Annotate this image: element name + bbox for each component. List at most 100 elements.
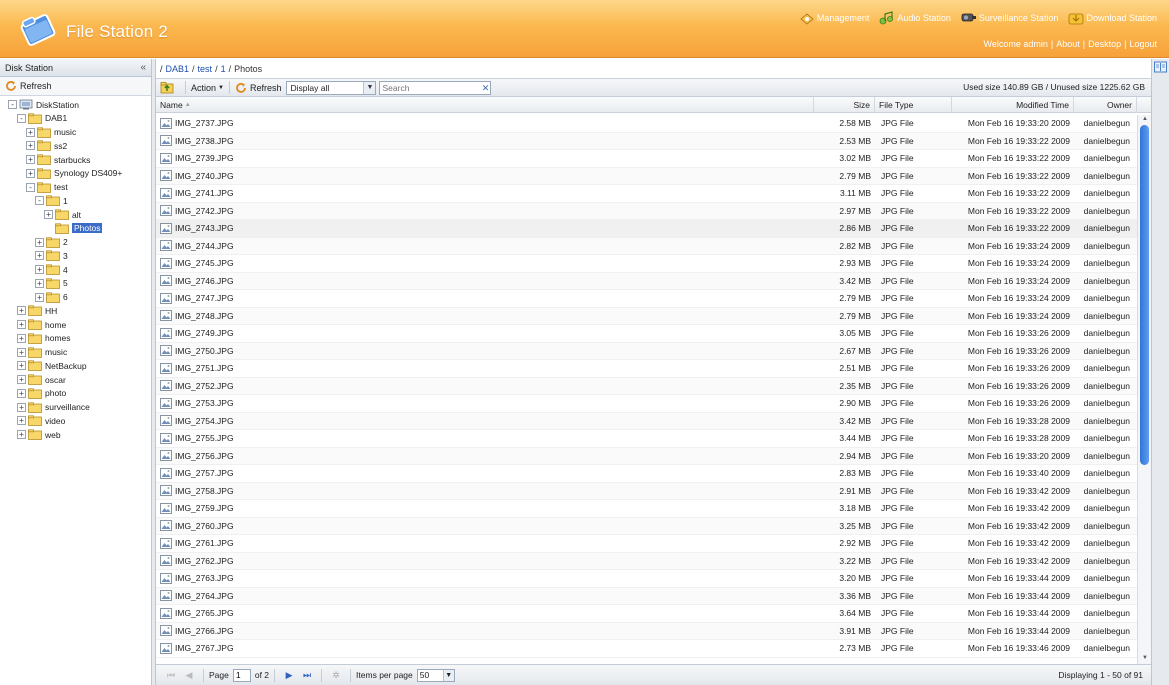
file-row[interactable]: IMG_2749.JPG 3.05 MB JPG File Mon Feb 16 19…: [156, 325, 1151, 343]
scrollbar-thumb[interactable]: [1140, 125, 1149, 465]
tree-node-hh[interactable]: + HH: [17, 304, 57, 317]
expand-toggle-icon[interactable]: +: [17, 306, 26, 316]
file-row[interactable]: IMG_2752.JPG 2.35 MB JPG File Mon Feb 16 19…: [156, 377, 1151, 395]
expand-toggle-icon[interactable]: +: [26, 168, 35, 178]
tree-node-3[interactable]: +3: [35, 249, 68, 262]
tree-node-ss2[interactable]: + ss2: [26, 139, 67, 152]
about-link[interactable]: About: [1056, 39, 1080, 49]
desktop-link[interactable]: Desktop: [1088, 39, 1121, 49]
file-row[interactable]: IMG_2756.JPG 2.94 MB JPG File Mon Feb 16 19…: [156, 447, 1151, 465]
tree-node-6[interactable]: +6: [35, 291, 68, 304]
tree-node-home[interactable]: + home: [17, 318, 66, 331]
expand-toggle-icon[interactable]: +: [35, 278, 44, 288]
expand-toggle-icon[interactable]: +: [26, 141, 35, 151]
last-page-icon[interactable]: ⏭: [301, 669, 313, 681]
breadcrumb-item-test[interactable]: test: [198, 64, 213, 74]
tree-node-starbucks[interactable]: + starbucks: [26, 153, 90, 166]
expand-toggle-icon[interactable]: +: [35, 292, 44, 302]
file-row[interactable]: IMG_2746.JPG 3.42 MB JPG File Mon Feb 16 19…: [156, 272, 1151, 290]
file-row[interactable]: IMG_2742.JPG 2.97 MB JPG File Mon Feb 16 19…: [156, 202, 1151, 220]
file-row[interactable]: IMG_2761.JPG 2.92 MB JPG File Mon Feb 16 19…: [156, 535, 1151, 553]
tree-refresh-button[interactable]: Refresh: [5, 80, 52, 92]
tree-node-test[interactable]: - test: [26, 181, 68, 194]
file-row[interactable]: IMG_2754.JPG 3.42 MB JPG File Mon Feb 16 19…: [156, 412, 1151, 430]
display-filter-select[interactable]: Display all ▼: [286, 80, 377, 95]
breadcrumb-item-1[interactable]: 1: [221, 64, 226, 74]
parent-folder-icon[interactable]: [160, 81, 174, 94]
column-header-modified[interactable]: Modified Time: [952, 97, 1074, 113]
file-row[interactable]: IMG_2748.JPG 2.79 MB JPG File Mon Feb 16 19…: [156, 307, 1151, 325]
file-row[interactable]: IMG_2755.JPG 3.44 MB JPG File Mon Feb 16 19…: [156, 430, 1151, 448]
clear-search-icon[interactable]: ✕: [480, 82, 490, 94]
file-row[interactable]: IMG_2767.JPG 2.73 MB JPG File Mon Feb 16 19…: [156, 640, 1151, 658]
column-header-owner[interactable]: Owner: [1074, 97, 1137, 113]
items-per-page-select[interactable]: 50 ▼: [416, 668, 455, 682]
collapse-toggle-icon[interactable]: -: [26, 182, 35, 192]
collapse-toggle-icon[interactable]: -: [8, 100, 17, 109]
tree-node-photo[interactable]: + photo: [17, 387, 66, 400]
column-header-type[interactable]: File Type: [875, 97, 952, 113]
first-page-icon[interactable]: ⏮: [165, 669, 177, 681]
collapse-toggle-icon[interactable]: -: [17, 113, 26, 123]
file-row[interactable]: IMG_2764.JPG 3.36 MB JPG File Mon Feb 16 19…: [156, 587, 1151, 605]
prev-page-icon[interactable]: ◀: [183, 669, 195, 681]
tree-node-photos[interactable]: Photos: [44, 222, 103, 235]
file-row[interactable]: IMG_2740.JPG 2.79 MB JPG File Mon Feb 16 19…: [156, 167, 1151, 185]
file-row[interactable]: IMG_2743.JPG 2.86 MB JPG File Mon Feb 16 19…: [156, 220, 1151, 238]
tree-node-5[interactable]: +5: [35, 277, 68, 290]
tree-node-4[interactable]: +4: [35, 263, 68, 276]
file-row[interactable]: IMG_2741.JPG 3.11 MB JPG File Mon Feb 16 19…: [156, 185, 1151, 203]
tree-node-music[interactable]: + music: [26, 126, 76, 139]
tree-node-2[interactable]: +2: [35, 236, 68, 249]
expand-toggle-icon[interactable]: +: [17, 347, 26, 357]
action-menu-button[interactable]: Action ▼: [191, 83, 224, 93]
expand-toggle-icon[interactable]: +: [17, 320, 26, 329]
file-row[interactable]: IMG_2763.JPG 3.20 MB JPG File Mon Feb 16 19…: [156, 570, 1151, 588]
list-refresh-button[interactable]: Refresh: [235, 82, 281, 94]
file-row[interactable]: IMG_2758.JPG 2.91 MB JPG File Mon Feb 16 19…: [156, 482, 1151, 500]
tree-node-web[interactable]: + web: [17, 428, 61, 441]
breadcrumb-item-dab1[interactable]: DAB1: [166, 64, 190, 74]
expand-toggle-icon[interactable]: +: [17, 361, 26, 371]
tree-node-surveillance[interactable]: + surveillance: [17, 401, 90, 414]
expand-toggle-icon[interactable]: +: [26, 155, 35, 164]
file-row[interactable]: IMG_2766.JPG 3.91 MB JPG File Mon Feb 16 19…: [156, 622, 1151, 640]
page-number-input[interactable]: [232, 668, 251, 682]
tree-node-1[interactable]: -1: [35, 194, 68, 207]
expand-toggle-icon[interactable]: +: [35, 265, 44, 274]
expand-toggle-icon[interactable]: +: [17, 388, 26, 398]
file-row[interactable]: IMG_2739.JPG 3.02 MB JPG File Mon Feb 16 19…: [156, 150, 1151, 168]
audio-station-link[interactable]: Audio Station: [879, 11, 951, 25]
file-row[interactable]: IMG_2744.JPG 2.82 MB JPG File Mon Feb 16 19…: [156, 237, 1151, 255]
file-row[interactable]: IMG_2757.JPG 2.83 MB JPG File Mon Feb 16 19…: [156, 465, 1151, 483]
tree-node-diskstation[interactable]: - DiskStation: [8, 98, 79, 111]
tree-node-netbackup[interactable]: + NetBackup: [17, 359, 87, 372]
vertical-scrollbar[interactable]: ▲ ▼: [1137, 115, 1151, 664]
expand-toggle-icon[interactable]: +: [44, 210, 53, 219]
file-row[interactable]: IMG_2738.JPG 2.53 MB JPG File Mon Feb 16 19…: [156, 132, 1151, 150]
column-header-size[interactable]: Size: [814, 97, 875, 113]
file-row[interactable]: IMG_2750.JPG 2.67 MB JPG File Mon Feb 16 19…: [156, 342, 1151, 360]
collapse-panel-button[interactable]: «: [140, 62, 146, 73]
file-row[interactable]: IMG_2762.JPG 3.22 MB JPG File Mon Feb 16 19…: [156, 552, 1151, 570]
file-row[interactable]: IMG_2753.JPG 2.90 MB JPG File Mon Feb 16 19…: [156, 395, 1151, 413]
management-link[interactable]: Management: [799, 11, 869, 25]
tree-node-homes[interactable]: + homes: [17, 332, 71, 345]
expand-toggle-icon[interactable]: +: [17, 430, 26, 439]
file-row[interactable]: IMG_2745.JPG 2.93 MB JPG File Mon Feb 16 19…: [156, 255, 1151, 273]
download-station-link[interactable]: Download Station: [1068, 11, 1157, 25]
file-row[interactable]: IMG_2765.JPG 3.64 MB JPG File Mon Feb 16 19…: [156, 605, 1151, 623]
expand-toggle-icon[interactable]: +: [26, 127, 35, 137]
file-row[interactable]: IMG_2751.JPG 2.51 MB JPG File Mon Feb 16 19…: [156, 360, 1151, 378]
logout-link[interactable]: Logout: [1129, 39, 1157, 49]
file-row[interactable]: IMG_2759.JPG 3.18 MB JPG File Mon Feb 16 19…: [156, 500, 1151, 518]
tree-node-synology-ds409-[interactable]: + Synology DS409+: [26, 167, 122, 180]
scroll-down-icon[interactable]: ▼: [1141, 655, 1149, 663]
search-input[interactable]: [380, 81, 481, 94]
next-page-icon[interactable]: ▶: [283, 669, 295, 681]
file-row[interactable]: IMG_2760.JPG 3.25 MB JPG File Mon Feb 16 19…: [156, 517, 1151, 535]
file-row[interactable]: IMG_2747.JPG 2.79 MB JPG File Mon Feb 16 19…: [156, 290, 1151, 308]
tree-node-music[interactable]: + music: [17, 346, 67, 359]
tree-node-alt[interactable]: + alt: [44, 208, 81, 221]
tree-node-video[interactable]: + video: [17, 414, 65, 427]
